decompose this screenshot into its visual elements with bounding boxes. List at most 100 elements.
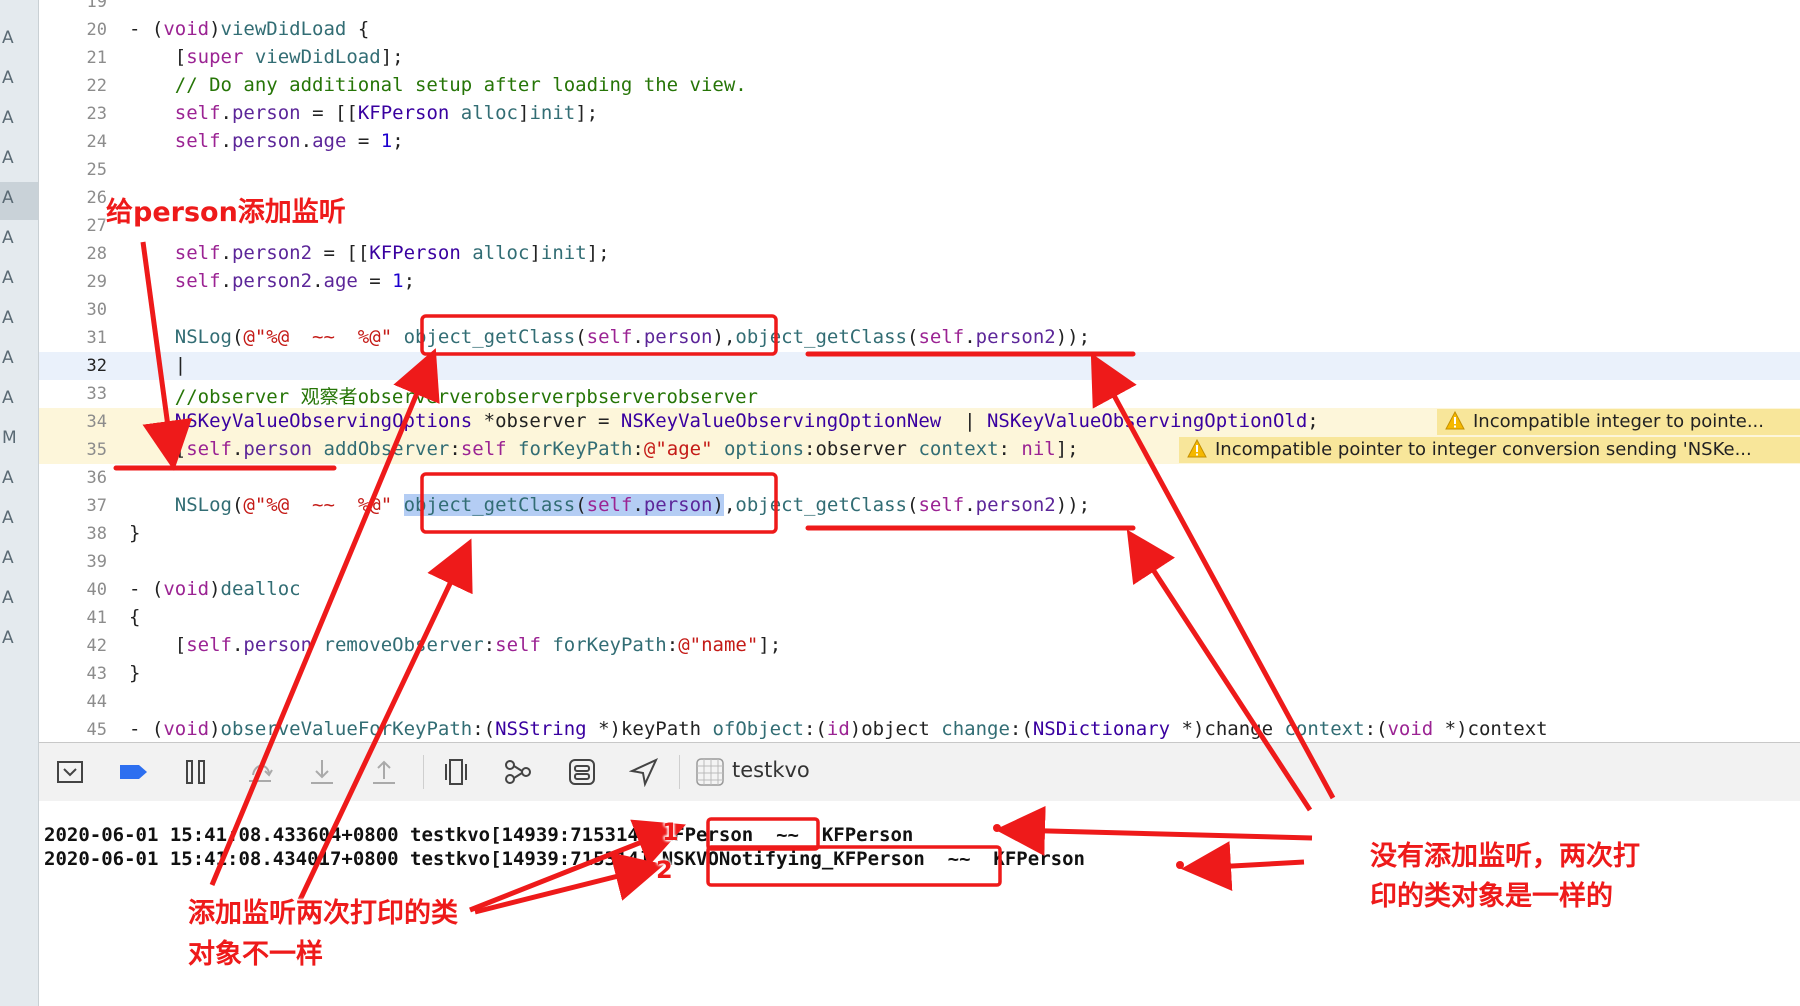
code-text[interactable]: [self.person removeObserver:self forKeyP… bbox=[129, 634, 781, 656]
code-line-21[interactable]: 21 [super viewDidLoad]; bbox=[39, 44, 1800, 72]
memory-graph-icon[interactable] bbox=[503, 757, 533, 787]
code-line-29[interactable]: 29 self.person2.age = 1; bbox=[39, 268, 1800, 296]
environment-overrides-icon[interactable] bbox=[567, 757, 597, 787]
annotation-same-line-2: 印的类对象是一样的 bbox=[1370, 881, 1613, 912]
code-text[interactable]: self.person.age = 1; bbox=[129, 130, 404, 152]
code-text[interactable]: - (void)observeValueForKeyPath:(NSString… bbox=[129, 718, 1548, 740]
code-line-35[interactable]: 35 [self.person addObserver:self forKeyP… bbox=[39, 436, 1800, 464]
line-number[interactable]: 44 bbox=[39, 692, 107, 712]
code-line-24[interactable]: 24 self.person.age = 1; bbox=[39, 128, 1800, 156]
code-text[interactable]: } bbox=[129, 662, 140, 684]
annotation-diff-line-2: 对象不一样 bbox=[188, 939, 323, 970]
line-number[interactable]: 43 bbox=[39, 664, 107, 684]
line-number[interactable]: 28 bbox=[39, 244, 107, 264]
code-text[interactable]: NSLog(@"%@ ~~ %@" object_getClass(self.p… bbox=[129, 494, 1090, 516]
code-line-41[interactable]: 41 { bbox=[39, 604, 1800, 632]
code-line-30[interactable]: 30 bbox=[39, 296, 1800, 324]
toolbar-divider bbox=[423, 755, 424, 789]
line-number[interactable]: 32 bbox=[39, 356, 107, 376]
code-text[interactable]: self.person = [[KFPerson alloc]init]; bbox=[129, 102, 598, 124]
code-line-42[interactable]: 42 [self.person removeObserver:self forK… bbox=[39, 632, 1800, 660]
line-number[interactable]: 40 bbox=[39, 580, 107, 600]
code-line-44[interactable]: 44 bbox=[39, 688, 1800, 716]
warning-text: Incompatible integer to pointe... bbox=[1473, 411, 1764, 432]
annotation-number-1: 1 bbox=[662, 818, 679, 846]
code-line-37[interactable]: 37 NSLog(@"%@ ~~ %@" object_getClass(sel… bbox=[39, 492, 1800, 520]
line-number[interactable]: 35 bbox=[39, 440, 107, 460]
line-number[interactable]: 29 bbox=[39, 272, 107, 292]
line-number[interactable]: 38 bbox=[39, 524, 107, 544]
code-text[interactable]: - (void)dealloc bbox=[129, 578, 301, 600]
line-number[interactable]: 20 bbox=[39, 20, 107, 40]
code-line-22[interactable]: 22 // Do any additional setup after load… bbox=[39, 72, 1800, 100]
line-number[interactable]: 22 bbox=[39, 76, 107, 96]
strip-letter: A bbox=[2, 228, 14, 248]
line-number[interactable]: 34 bbox=[39, 412, 107, 432]
strip-letter: A bbox=[2, 268, 14, 288]
warning-message[interactable]: Incompatible pointer to integer conversi… bbox=[1179, 437, 1800, 463]
code-text[interactable]: { bbox=[129, 606, 140, 628]
strip-letter: A bbox=[2, 388, 14, 408]
strip-letter: A bbox=[2, 188, 14, 208]
line-number[interactable]: 36 bbox=[39, 468, 107, 488]
line-number[interactable]: 25 bbox=[39, 160, 107, 180]
toolbar-divider bbox=[679, 755, 680, 789]
code-line-39[interactable]: 39 bbox=[39, 548, 1800, 576]
line-number[interactable]: 27 bbox=[39, 216, 107, 236]
code-text[interactable]: - (void)viewDidLoad { bbox=[129, 18, 369, 40]
code-editor[interactable]: 19 20 - (void)viewDidLoad { 21 [super viewD… bbox=[39, 0, 1800, 742]
code-line-38[interactable]: 38} bbox=[39, 520, 1800, 548]
code-text[interactable]: // Do any additional setup after loading… bbox=[129, 74, 747, 96]
warning-message[interactable]: Incompatible integer to pointe... bbox=[1437, 409, 1800, 435]
line-number[interactable]: 21 bbox=[39, 48, 107, 68]
step-out-icon[interactable] bbox=[369, 757, 399, 787]
code-text[interactable]: //observer 观察者obserververobserverpbserve… bbox=[129, 382, 758, 409]
code-text[interactable]: self.person2.age = 1; bbox=[129, 270, 415, 292]
strip-letter: A bbox=[2, 588, 14, 608]
code-line-20[interactable]: 20 - (void)viewDidLoad { bbox=[39, 16, 1800, 44]
line-number[interactable]: 31 bbox=[39, 328, 107, 348]
code-line-28[interactable]: 28 self.person2 = [[KFPerson alloc]init]… bbox=[39, 240, 1800, 268]
code-line-25[interactable]: 25 bbox=[39, 156, 1800, 184]
strip-letter: A bbox=[2, 548, 14, 568]
code-text[interactable]: self.person2 = [[KFPerson alloc]init]; bbox=[129, 242, 610, 264]
line-number[interactable]: 45 bbox=[39, 720, 107, 740]
code-text[interactable]: } bbox=[129, 522, 140, 544]
line-number[interactable]: 41 bbox=[39, 608, 107, 628]
code-text[interactable]: NSKeyValueObservingOptions *observer = N… bbox=[129, 410, 1319, 432]
breakpoints-icon[interactable] bbox=[119, 757, 149, 787]
code-text[interactable]: | bbox=[129, 354, 186, 376]
target-name[interactable]: testkvo bbox=[732, 758, 810, 782]
code-line-23[interactable]: 23 self.person = [[KFPerson alloc]init]; bbox=[39, 100, 1800, 128]
line-number[interactable]: 33 bbox=[39, 384, 107, 404]
code-text[interactable]: [self.person addObserver:self forKeyPath… bbox=[129, 438, 1079, 460]
view-debugger-icon[interactable] bbox=[441, 757, 471, 787]
code-line-19[interactable]: 19 bbox=[39, 0, 1800, 16]
line-number[interactable]: 24 bbox=[39, 132, 107, 152]
step-into-icon[interactable] bbox=[307, 757, 337, 787]
code-line-43[interactable]: 43} bbox=[39, 660, 1800, 688]
code-line-33[interactable]: 33 //observer 观察者obserververobserverpbse… bbox=[39, 380, 1800, 408]
line-number[interactable]: 37 bbox=[39, 496, 107, 516]
code-line-40[interactable]: 40 - (void)dealloc bbox=[39, 576, 1800, 604]
app-target-icon[interactable] bbox=[695, 757, 725, 787]
line-number[interactable]: 42 bbox=[39, 636, 107, 656]
line-number[interactable]: 26 bbox=[39, 188, 107, 208]
line-number[interactable]: 39 bbox=[39, 552, 107, 572]
location-icon[interactable] bbox=[628, 757, 659, 788]
hide-console-icon[interactable] bbox=[55, 757, 85, 787]
code-line-32[interactable]: 32 | bbox=[39, 352, 1800, 380]
strip-letter: A bbox=[2, 148, 14, 168]
line-number[interactable]: 19 bbox=[39, 0, 107, 12]
code-line-36[interactable]: 36 bbox=[39, 464, 1800, 492]
code-line-45[interactable]: 45 - (void)observeValueForKeyPath:(NSStri… bbox=[39, 716, 1800, 742]
code-line-31[interactable]: 31 NSLog(@"%@ ~~ %@" object_getClass(sel… bbox=[39, 324, 1800, 352]
code-line-34[interactable]: 34 NSKeyValueObservingOptions *observer … bbox=[39, 408, 1800, 436]
annotation-diff-line-1: 添加监听两次打印的类 bbox=[188, 898, 458, 929]
pause-icon[interactable] bbox=[181, 757, 211, 787]
code-text[interactable]: NSLog(@"%@ ~~ %@" object_getClass(self.p… bbox=[129, 326, 1090, 348]
line-number[interactable]: 23 bbox=[39, 104, 107, 124]
code-text[interactable]: [super viewDidLoad]; bbox=[129, 46, 404, 68]
line-number[interactable]: 30 bbox=[39, 300, 107, 320]
step-over-icon[interactable] bbox=[245, 757, 275, 787]
